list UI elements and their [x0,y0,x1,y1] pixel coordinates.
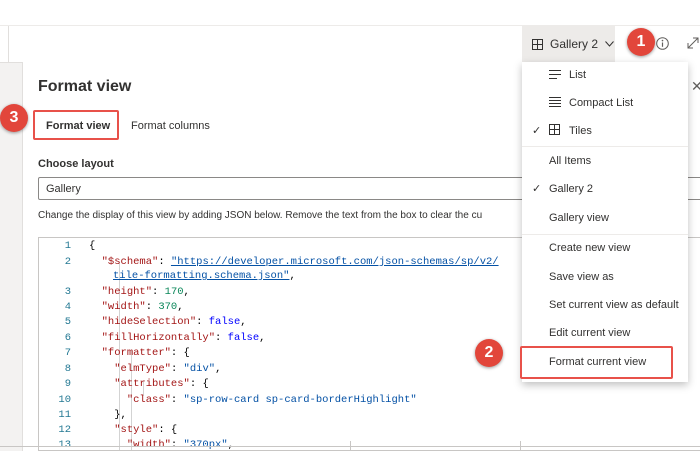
highlight-box-format-current-view [520,346,673,379]
menu-item-edit-current-view[interactable]: Edit current view [522,320,688,346]
menu-item-label: Create new view [549,242,631,254]
divider [8,26,9,62]
line-number: 8 [64,363,71,375]
command-bar: Gallery 2 [0,0,700,63]
code-text: "fillHorizontally": false, [101,332,266,344]
divider [350,441,351,451]
chevron-down-icon [605,41,614,47]
code-text: "attributes": { [114,378,209,390]
code-text: "elmType": "div", [114,363,222,375]
callout-badge-1: 1 [627,28,655,56]
menu-item-label: List [569,69,587,81]
compact-list-icon [549,97,561,107]
code-text: { [89,240,96,252]
layout-dropdown-value: Gallery [46,183,81,195]
line-number: 11 [58,409,71,421]
callout-badge-3: 3 [0,104,28,132]
code-text: "$schema": "https://developer.microsoft.… [101,256,499,268]
menu-item-tiles[interactable]: ✓ Tiles [522,118,688,144]
code-line: 12 "style": { [39,424,700,439]
view-switcher-label: Gallery 2 [550,37,599,51]
checkmark-icon: ✓ [532,125,542,137]
line-number: 9 [64,378,71,390]
line-number: 4 [64,301,71,313]
line-number: 10 [58,394,71,406]
divider [520,441,521,451]
line-number: 5 [64,316,71,328]
tab-format-columns[interactable]: Format columns [131,120,210,132]
code-text: "width": "370px", [126,439,234,451]
line-number: 7 [64,347,71,359]
code-text: "formatter": { [101,347,190,359]
menu-item-save-view-as[interactable]: Save view as [522,264,688,290]
info-icon[interactable] [656,37,669,50]
menu-item-label: All Items [549,155,592,167]
menu-item-set-default-view[interactable]: Set current view as default [522,292,688,318]
code-text: "hideSelection": false, [101,316,247,328]
tiles-icon [549,124,560,135]
line-number: 2 [64,256,71,268]
panel-title: Format view [38,78,132,95]
expand-icon[interactable] [686,36,700,50]
gallery-icon [532,38,543,50]
line-number: 12 [58,424,71,436]
highlight-box-format-view-tab [33,110,119,140]
menu-item-create-new-view[interactable]: Create new view [522,235,688,261]
menu-item-label: Compact List [569,97,634,109]
tab-label: Format columns [131,120,210,132]
menu-item-label: Save view as [549,271,614,283]
menu-item-gallery-2[interactable]: ✓ Gallery 2 [522,176,688,202]
menu-item-gallery-view[interactable]: Gallery view [522,205,688,231]
line-number: 13 [58,439,71,451]
view-options-menu: List Compact List ✓ Tiles All Items ✓ Ga… [522,62,688,382]
checkmark-icon: ✓ [532,183,542,195]
menu-item-label: Edit current view [549,327,631,339]
line-number: 1 [64,240,71,252]
line-number: 6 [64,332,71,344]
menu-item-label: Set current view as default [549,299,679,311]
menu-item-label: Tiles [569,125,592,137]
menu-item-label: Gallery view [549,212,609,224]
menu-divider [522,146,688,147]
code-text: tile-formatting.schema.json", [113,270,296,282]
code-text: "class": "sp-row-card sp-card-borderHigh… [126,394,417,406]
code-text: "height": 170, [101,286,190,298]
choose-layout-label: Choose layout [38,158,114,170]
close-icon[interactable]: ✕ [691,78,700,95]
code-line: 13 "width": "370px", [39,439,700,451]
menu-item-list[interactable]: List [522,62,688,88]
code-line: 10 "class": "sp-row-card sp-card-borderH… [39,394,700,409]
code-line: 11 }, [39,409,700,424]
help-text: Change the display of this view by addin… [38,210,483,221]
menu-item-all-items[interactable]: All Items [522,148,688,174]
line-number: 3 [64,286,71,298]
list-icon [549,70,561,79]
code-text: }, [114,409,127,421]
code-text: "width": 370, [101,301,184,313]
code-text: "style": { [114,424,178,436]
callout-badge-2: 2 [475,339,503,367]
menu-item-compact-list[interactable]: Compact List [522,90,688,116]
view-switcher-button[interactable]: Gallery 2 [522,26,615,62]
menu-item-label: Gallery 2 [549,183,594,195]
